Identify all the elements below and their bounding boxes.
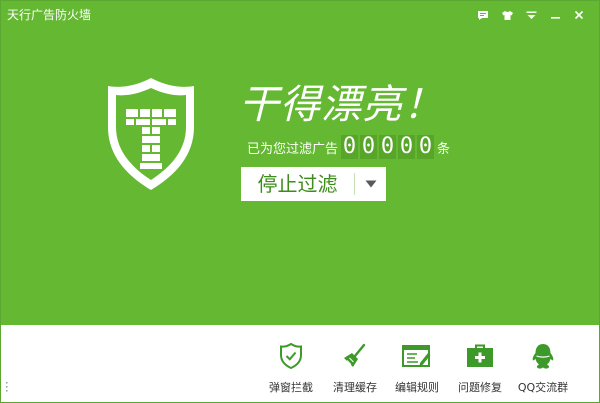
tool-label: QQ交流群 [517,381,569,394]
filter-count-counter: 0 0 0 0 0 [341,134,435,159]
popup-block-button[interactable]: 弹窗拦截 [259,337,323,397]
window-title: 天行广告防火墙 [7,8,92,22]
message-icon[interactable] [471,6,495,24]
filter-count-digit: 0 [417,134,435,159]
edit-rules-button[interactable]: 编辑规则 [385,337,449,397]
clear-cache-button[interactable]: 清理缓存 [323,337,387,397]
skin-icon[interactable] [495,6,519,24]
shield-logo-icon [104,75,198,193]
filter-count-suffix: 条 [437,141,451,157]
problem-repair-button[interactable]: 问题修复 [448,337,512,397]
filter-count-prefix: 已为您过滤广告 [247,141,339,157]
stop-filter-label[interactable]: 停止过滤 [241,167,354,201]
tool-label: 编辑规则 [395,381,439,394]
bottom-toolbar: 弹窗拦截 清理缓存 编辑规则 问题修复 QQ交流群 [1,325,599,402]
tool-label: 弹窗拦截 [269,381,313,394]
filter-stats: 已为您过滤广告 0 0 0 0 0 条 [247,133,450,161]
window-controls [471,6,591,24]
edit-rules-icon [401,341,433,371]
chevron-down-icon[interactable] [355,167,386,201]
qq-penguin-icon [527,341,559,371]
resize-grip-icon[interactable] [5,377,9,392]
tool-label: 清理缓存 [333,381,377,394]
close-icon[interactable] [567,6,591,24]
title-bar[interactable]: 天行广告防火墙 [1,1,599,29]
filter-count-digit: 0 [341,134,359,159]
status-panel: 干得漂亮！ 已为您过滤广告 0 0 0 0 0 条 停止过滤 [1,29,599,325]
filter-count-digit: 0 [360,134,378,159]
tool-label: 问题修复 [458,381,502,394]
first-aid-kit-icon [464,341,496,371]
filter-count-digit: 0 [379,134,397,159]
menu-icon[interactable] [519,6,543,24]
shield-check-icon [275,341,307,371]
filter-count-digit: 0 [398,134,416,159]
headline: 干得漂亮！ [239,82,444,128]
app-window: 天行广告防火墙 干得漂亮！ 已为您过滤广告 0 0 0 0 0 条 停止过滤 弹… [0,0,600,403]
qq-group-button[interactable]: QQ交流群 [511,337,575,397]
minimize-icon[interactable] [543,6,567,24]
broom-icon [339,341,371,371]
stop-filter-button[interactable]: 停止过滤 [241,167,386,201]
